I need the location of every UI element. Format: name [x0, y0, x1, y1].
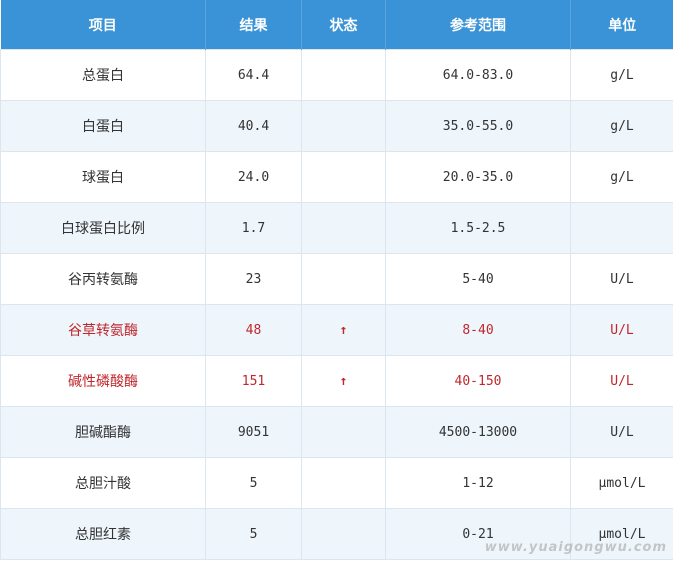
- unit-cell: g/L: [570, 49, 673, 101]
- unit-cell: U/L: [570, 304, 673, 356]
- unit-cell: U/L: [570, 355, 673, 407]
- header-item: 项目: [0, 0, 206, 50]
- status-cell: [301, 406, 386, 458]
- item-cell: 谷草转氨酶: [0, 304, 206, 356]
- status-cell: [301, 202, 386, 254]
- item-cell: 总胆汁酸: [0, 457, 206, 509]
- result-cell: 23: [205, 253, 302, 305]
- item-cell: 谷丙转氨酶: [0, 253, 206, 305]
- result-cell: 64.4: [205, 49, 302, 101]
- range-cell: 20.0-35.0: [385, 151, 571, 203]
- table-row: 白球蛋白比例 1.7 1.5-2.5: [0, 202, 673, 254]
- result-cell: 40.4: [205, 100, 302, 152]
- range-cell: 1-12: [385, 457, 571, 509]
- status-cell: [301, 151, 386, 203]
- table-body: 总蛋白 64.4 64.0-83.0 g/L 白蛋白 40.4 35.0-55.…: [0, 49, 673, 560]
- lab-results-table: 项目 结果 状态 参考范围 单位 总蛋白 64.4 64.0-83.0 g/L …: [0, 0, 673, 560]
- header-unit: 单位: [570, 0, 673, 50]
- table-header: 项目 结果 状态 参考范围 单位: [0, 0, 673, 50]
- up-arrow-icon: ↑: [301, 304, 386, 356]
- table-row-abnormal: 谷草转氨酶 48 ↑ 8-40 U/L: [0, 304, 673, 356]
- status-cell: [301, 49, 386, 101]
- header-row: 项目 结果 状态 参考范围 单位: [0, 0, 673, 50]
- status-cell: [301, 508, 386, 560]
- result-cell: 151: [205, 355, 302, 407]
- unit-cell: μmol/L: [570, 457, 673, 509]
- result-cell: 5: [205, 457, 302, 509]
- range-cell: 5-40: [385, 253, 571, 305]
- result-cell: 1.7: [205, 202, 302, 254]
- table-row: 谷丙转氨酶 23 5-40 U/L: [0, 253, 673, 305]
- header-result: 结果: [205, 0, 302, 50]
- table-row: 球蛋白 24.0 20.0-35.0 g/L: [0, 151, 673, 203]
- result-cell: 5: [205, 508, 302, 560]
- header-range: 参考范围: [385, 0, 571, 50]
- status-cell: [301, 457, 386, 509]
- table-row: 胆碱酯酶 9051 4500-13000 U/L: [0, 406, 673, 458]
- range-cell: 1.5-2.5: [385, 202, 571, 254]
- result-cell: 48: [205, 304, 302, 356]
- watermark: www.yuaigongwu.com: [484, 540, 667, 555]
- item-cell: 球蛋白: [0, 151, 206, 203]
- result-cell: 24.0: [205, 151, 302, 203]
- unit-cell: [570, 202, 673, 254]
- item-cell: 总蛋白: [0, 49, 206, 101]
- item-cell: 胆碱酯酶: [0, 406, 206, 458]
- unit-cell: g/L: [570, 100, 673, 152]
- table-row: 白蛋白 40.4 35.0-55.0 g/L: [0, 100, 673, 152]
- unit-cell: U/L: [570, 253, 673, 305]
- status-cell: [301, 100, 386, 152]
- table-row: 总蛋白 64.4 64.0-83.0 g/L: [0, 49, 673, 101]
- range-cell: 40-150: [385, 355, 571, 407]
- unit-cell: g/L: [570, 151, 673, 203]
- item-cell: 白蛋白: [0, 100, 206, 152]
- status-cell: [301, 253, 386, 305]
- range-cell: 4500-13000: [385, 406, 571, 458]
- result-cell: 9051: [205, 406, 302, 458]
- table-row-abnormal: 碱性磷酸酶 151 ↑ 40-150 U/L: [0, 355, 673, 407]
- range-cell: 8-40: [385, 304, 571, 356]
- item-cell: 总胆红素: [0, 508, 206, 560]
- header-status: 状态: [301, 0, 386, 50]
- up-arrow-icon: ↑: [301, 355, 386, 407]
- item-cell: 碱性磷酸酶: [0, 355, 206, 407]
- unit-cell: U/L: [570, 406, 673, 458]
- table-row: 总胆汁酸 5 1-12 μmol/L: [0, 457, 673, 509]
- range-cell: 35.0-55.0: [385, 100, 571, 152]
- range-cell: 64.0-83.0: [385, 49, 571, 101]
- item-cell: 白球蛋白比例: [0, 202, 206, 254]
